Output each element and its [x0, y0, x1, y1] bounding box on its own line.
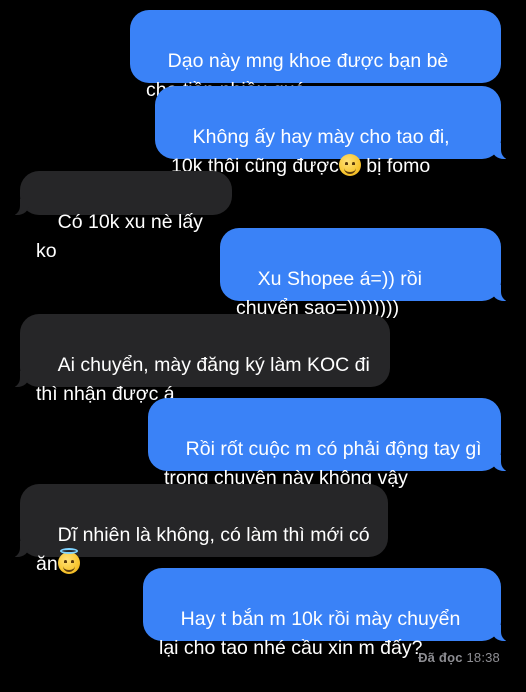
read-status-time: 18:38 [466, 650, 500, 665]
read-status-label: Đã đọc [418, 650, 463, 665]
message-bubble-sent[interactable]: Rồi rốt cuộc m có phải động tay gì trong… [148, 398, 513, 489]
message-bubble-sent[interactable]: Không ấy hay mày cho tao đi, 10k thôi cũ… [155, 86, 513, 177]
message-bubble-sent[interactable]: Dạo này mng khoe được bạn bè cho tiền nh… [130, 10, 501, 101]
message-bubble-received[interactable]: Có 10k xu nè lấy ko [8, 171, 232, 262]
message-text: bị fomo [360, 155, 431, 177]
slightly-smiling-face-icon [338, 154, 361, 176]
smiling-face-with-halo-icon [57, 548, 80, 574]
message-bubble-sent[interactable]: Xu Shopee á=)) rồi chuyển sao=)))))))) [220, 228, 513, 319]
message-text: Xu Shopee á=)) rồi chuyển sao=)))))))) [236, 268, 428, 319]
message-bubble-received[interactable]: Ai chuyển, mày đăng ký làm KOC đi thì nh… [8, 314, 390, 405]
message-text: Có 10k xu nè lấy ko [36, 211, 209, 262]
read-receipt: Đã đọc 18:38 [418, 650, 500, 665]
message-text: Rồi rốt cuộc m có phải động tay gì trong… [164, 438, 488, 489]
message-bubble-received[interactable]: Dĩ nhiên là không, có làm thì mới có ăn [8, 484, 388, 575]
message-bubble-sent[interactable]: Hay t bắn m 10k rồi mày chuyển lại cho t… [143, 568, 513, 659]
